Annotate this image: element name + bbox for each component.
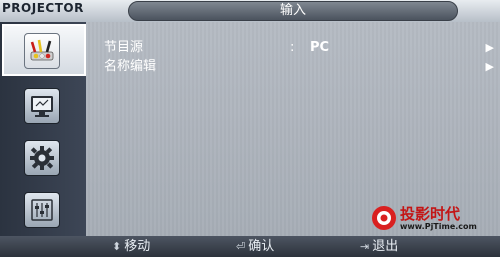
enter-hint: ⏎ 确认	[236, 236, 274, 257]
menu-item-source[interactable]: 节目源 : PC ▶	[104, 39, 494, 57]
watermark: 投影时代 www.PjTime.com	[370, 200, 496, 236]
up-down-arrow-icon: ⬍	[112, 240, 122, 253]
plug-cables-icon	[24, 33, 60, 69]
menu-item-label: 名称编辑	[104, 59, 157, 74]
move-label: 移动	[124, 239, 151, 254]
enter-icon: ⏎	[236, 240, 246, 253]
chevron-right-icon: ▶	[485, 41, 494, 54]
exit-hint: ⇥ 退出	[360, 236, 398, 257]
sliders-icon	[24, 192, 60, 228]
sidebar-item-option[interactable]	[6, 184, 82, 236]
monitor-icon	[24, 88, 60, 124]
sidebar-item-input[interactable]	[2, 24, 86, 76]
watermark-url: www.PjTime.com	[400, 222, 477, 231]
sidebar-item-setup[interactable]	[6, 132, 82, 184]
menu-title: 输入	[128, 1, 458, 21]
move-hint: ⬍ 移动	[112, 236, 150, 257]
sidebar	[0, 22, 86, 236]
watermark-text: 投影时代	[400, 205, 461, 223]
gear-icon	[24, 140, 60, 176]
menu-item-label: 节目源	[104, 40, 144, 55]
exit-icon: ⇥	[360, 240, 370, 253]
enter-label: 确认	[248, 239, 275, 254]
menu-item-separator: :	[290, 40, 295, 55]
sidebar-item-picture[interactable]	[6, 80, 82, 132]
watermark-logo-icon	[372, 206, 396, 230]
top-bar: PROJECTOR 输入	[0, 0, 500, 22]
chevron-right-icon: ▶	[485, 60, 494, 73]
projector-osd-menu: PROJECTOR 输入 节目源: PC ▶ 名称编辑 ▶ 投影时代 www.…	[0, 0, 500, 257]
bottom-bar: ⬍ 移动 ⏎ 确认 ⇥ 退出	[0, 236, 500, 257]
exit-label: 退出	[372, 239, 399, 254]
menu-item-edit-name[interactable]: 名称编辑 ▶	[104, 58, 494, 76]
brand-label: PROJECTOR	[2, 1, 84, 15]
menu-item-value: PC	[310, 40, 330, 55]
